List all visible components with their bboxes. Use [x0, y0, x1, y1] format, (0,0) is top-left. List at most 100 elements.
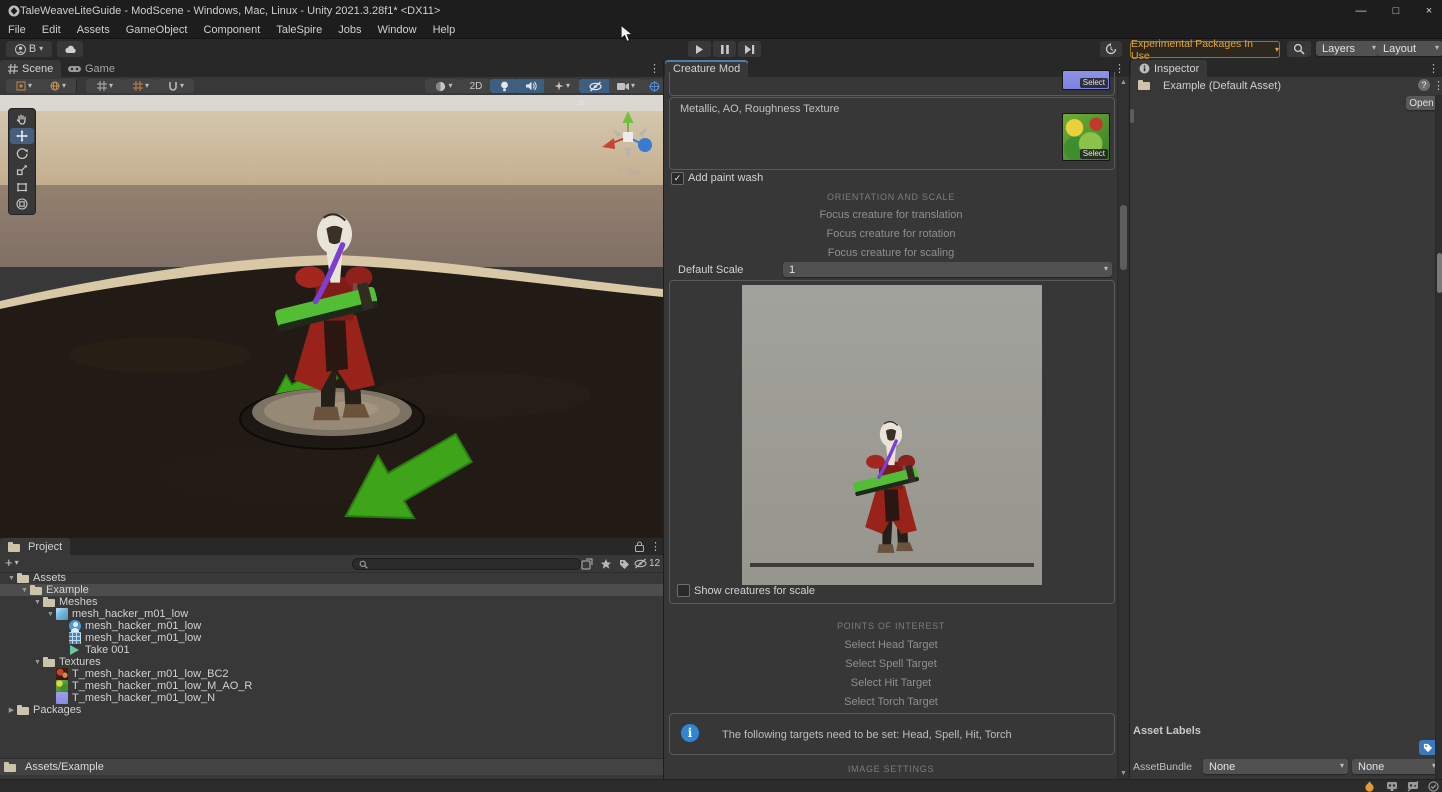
- select-target-button[interactable]: Select Spell Target: [669, 655, 1113, 674]
- audio-toggle-button[interactable]: [516, 79, 546, 93]
- tree-row[interactable]: mesh_hacker_m01_low: [0, 620, 663, 632]
- tree-row[interactable]: ▼ Assets: [0, 572, 663, 584]
- tree-row[interactable]: ▼ Textures: [0, 656, 663, 668]
- select-target-button[interactable]: Select Head Target: [669, 636, 1113, 655]
- shading-mode-dropdown[interactable]: ▾: [425, 79, 463, 93]
- breadcrumb[interactable]: Assets/Example: [25, 761, 104, 773]
- tree-row[interactable]: Take 001: [0, 644, 663, 656]
- foldout-arrow-icon[interactable]: ▼: [32, 599, 43, 606]
- grid-snap-dropdown[interactable]: ▾: [122, 79, 160, 93]
- hidden-packages-toggle[interactable]: 12: [634, 558, 660, 569]
- move-tool-button[interactable]: [10, 128, 34, 144]
- menu-item[interactable]: Assets: [69, 22, 118, 38]
- undo-history-button[interactable]: [1100, 41, 1122, 57]
- label-tag-icon[interactable]: [619, 559, 630, 570]
- cache-server-disabled-icon[interactable]: [1407, 781, 1419, 792]
- menu-item[interactable]: Help: [425, 22, 464, 38]
- tree-row[interactable]: ▶ Packages: [0, 704, 663, 716]
- axis-gizmo[interactable]: < Iso: [596, 107, 660, 178]
- panel-divider[interactable]: [0, 537, 663, 538]
- asset-menu-icon[interactable]: ⋮: [1433, 79, 1442, 92]
- 2d-toggle-button[interactable]: 2D: [461, 79, 491, 93]
- bake-warning-icon[interactable]: [1364, 781, 1375, 792]
- focus-button[interactable]: Focus creature for translation: [669, 206, 1113, 225]
- rect-tool-button[interactable]: [10, 179, 34, 195]
- overlay-menu-icon[interactable]: ≡: [578, 97, 584, 109]
- select-target-button[interactable]: Select Hit Target: [669, 674, 1113, 693]
- layout-dropdown[interactable]: Layout ▾: [1377, 41, 1442, 56]
- tree-row[interactable]: T_mesh_hacker_m01_low_BC2: [0, 668, 663, 680]
- open-button[interactable]: Open: [1406, 96, 1437, 110]
- search-input[interactable]: [372, 559, 574, 570]
- snap-increment-dropdown[interactable]: ▾: [158, 79, 194, 93]
- transform-tool-button[interactable]: [10, 196, 34, 212]
- assetbundle-dropdown[interactable]: None ▾: [1203, 759, 1348, 774]
- scrollbar-thumb[interactable]: [1120, 205, 1127, 270]
- close-button[interactable]: ×: [1414, 0, 1442, 22]
- tree-row[interactable]: ▼ Meshes: [0, 596, 663, 608]
- minimize-button[interactable]: —: [1346, 0, 1376, 22]
- panel-divider[interactable]: [1129, 60, 1130, 779]
- lighting-toggle-button[interactable]: [490, 79, 518, 93]
- default-scale-dropdown[interactable]: 1 ▾: [783, 262, 1112, 277]
- project-lock-icon[interactable]: [635, 541, 644, 552]
- creature-mod-menu-icon[interactable]: ⋮: [1114, 62, 1125, 75]
- add-paint-wash-checkbox[interactable]: ✓: [671, 172, 684, 185]
- scene-visibility-toggle[interactable]: [579, 79, 611, 93]
- pause-button[interactable]: [713, 41, 736, 57]
- project-panel-menu-icon[interactable]: ⋮: [650, 540, 661, 553]
- tab-scene[interactable]: Scene: [0, 60, 61, 77]
- tree-row[interactable]: T_mesh_hacker_m01_low_M_AO_R: [0, 680, 663, 692]
- foldout-arrow-icon[interactable]: ▼: [32, 659, 43, 666]
- open-asset-icon[interactable]: [581, 558, 593, 570]
- window-scrollbar[interactable]: [1435, 95, 1442, 779]
- menu-item[interactable]: Component: [195, 22, 268, 38]
- tree-row[interactable]: ▼ Example: [0, 584, 663, 596]
- tree-row[interactable]: ▼ mesh_hacker_m01_low: [0, 608, 663, 620]
- menu-item[interactable]: GameObject: [118, 22, 196, 38]
- menu-item[interactable]: Window: [369, 22, 424, 38]
- focus-button[interactable]: Focus creature for scaling: [669, 244, 1113, 263]
- progress-check-icon[interactable]: [1428, 781, 1439, 792]
- layers-dropdown[interactable]: Layers ▾: [1316, 41, 1380, 56]
- search-button[interactable]: [1287, 41, 1311, 57]
- tab-project[interactable]: Project: [0, 538, 70, 555]
- foldout-arrow-icon[interactable]: ▼: [6, 575, 17, 582]
- tab-inspector[interactable]: Inspector: [1131, 60, 1207, 77]
- create-asset-button[interactable]: + ▾: [5, 557, 19, 569]
- effects-dropdown[interactable]: ▾: [544, 79, 580, 93]
- scroll-down-icon[interactable]: ▼: [1120, 770, 1127, 777]
- normal-texture-thumbnail[interactable]: Select: [1062, 70, 1110, 90]
- focus-button[interactable]: Focus creature for rotation: [669, 225, 1113, 244]
- creature-mod-scrollbar[interactable]: ▲ ▼: [1117, 77, 1129, 779]
- foldout-arrow-icon[interactable]: ▼: [45, 611, 56, 618]
- scene-viewport[interactable]: ≡ < Iso: [0, 95, 663, 538]
- menu-item[interactable]: TaleSpire: [268, 22, 330, 38]
- show-creatures-checkbox[interactable]: [677, 584, 690, 597]
- select-target-button[interactable]: Select Torch Target: [669, 693, 1113, 712]
- scroll-up-icon[interactable]: ▲: [1120, 79, 1127, 86]
- rotate-tool-button[interactable]: [10, 145, 34, 161]
- cache-server-icon[interactable]: [1386, 781, 1398, 792]
- play-button[interactable]: [688, 41, 711, 57]
- cloud-button[interactable]: [57, 41, 83, 57]
- inspector-menu-icon[interactable]: ⋮: [1428, 62, 1439, 75]
- tab-game[interactable]: Game: [62, 60, 121, 77]
- metallic-texture-thumbnail[interactable]: Select: [1062, 113, 1110, 161]
- menu-item[interactable]: Edit: [34, 22, 69, 38]
- tree-row[interactable]: mesh_hacker_m01_low: [0, 632, 663, 644]
- camera-settings-dropdown[interactable]: ▾: [609, 79, 643, 93]
- maximize-button[interactable]: □: [1381, 0, 1411, 22]
- menu-item[interactable]: Jobs: [330, 22, 369, 38]
- foldout-arrow-icon[interactable]: ▶: [6, 706, 17, 714]
- projection-toggle[interactable]: < Iso: [596, 167, 660, 178]
- menu-item[interactable]: File: [0, 22, 34, 38]
- step-button[interactable]: [738, 41, 761, 57]
- grid-visibility-dropdown[interactable]: ▾: [86, 79, 124, 93]
- pivot-dropdown[interactable]: ▾: [6, 79, 42, 93]
- help-icon[interactable]: ?: [1418, 79, 1430, 91]
- assetbundle-variant-dropdown[interactable]: None ▾: [1352, 759, 1440, 774]
- hand-tool-button[interactable]: [10, 111, 34, 127]
- favorite-icon[interactable]: [600, 558, 612, 570]
- foldout-arrow-icon[interactable]: ▼: [19, 587, 30, 594]
